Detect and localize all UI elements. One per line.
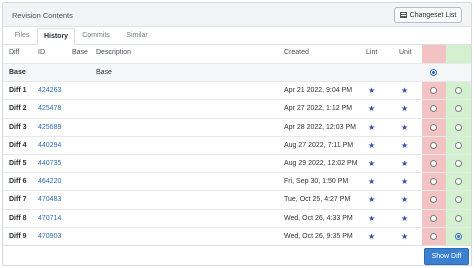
panel-title: Revision Contents (12, 11, 73, 20)
unit-star-icon: ★ (401, 231, 409, 241)
diff-id-link[interactable]: 470903 (38, 233, 61, 240)
diff-id-link[interactable]: 425689 (38, 124, 61, 131)
lint-star-icon: ★ (368, 195, 376, 205)
unit-star-icon: ★ (401, 86, 409, 96)
right-diff-radio[interactable] (455, 160, 462, 167)
lint-star-icon: ★ (368, 140, 376, 150)
column-header-base: Base (72, 49, 88, 56)
table-row: Diff 4 440294 Aug 27 2022, 7:11 PM ★ ★ (3, 135, 471, 154)
diff-label: Diff 4 (9, 141, 27, 149)
right-diff-radio[interactable] (455, 214, 462, 222)
column-header-unit: Unit (399, 49, 412, 56)
panel-footer (3, 245, 471, 266)
diff-id-link[interactable]: 440735 (38, 160, 61, 167)
created-date: Apr 28 2022, 12:03 PM (284, 123, 356, 131)
right-diff-radio[interactable] (455, 87, 462, 95)
diff-label: Base (9, 69, 26, 76)
lint-star-icon: ★ (368, 159, 376, 168)
left-diff-radio[interactable] (430, 141, 437, 149)
diff-id-link[interactable]: 470483 (38, 196, 61, 203)
diff-id-link[interactable]: 425478 (38, 105, 61, 112)
right-diff-radio[interactable] (455, 196, 462, 204)
changeset-list-button[interactable]: Changeset List (394, 7, 462, 23)
tab-commits[interactable]: Commits (76, 28, 116, 45)
diff-id-link[interactable]: 424263 (38, 87, 61, 94)
diff-id-link[interactable]: 464220 (38, 178, 61, 185)
lint-star-icon: ★ (368, 213, 376, 223)
changeset-list-label: Changeset List (409, 11, 457, 19)
tab-similar[interactable]: Similar (118, 28, 156, 45)
created-date: Apr 21 2022, 9:04 PM (284, 87, 353, 95)
lint-star-icon: ★ (368, 86, 376, 96)
list-icon (399, 12, 407, 18)
column-header-diff: Diff (9, 49, 20, 56)
left-diff-radio[interactable] (430, 69, 437, 76)
created-date: Wed, Oct 26, 4:33 PM (284, 214, 353, 222)
left-diff-radio[interactable] (430, 123, 437, 131)
column-header-id: ID (38, 49, 45, 56)
created-date: Fri, Sep 30, 1:50 PM (284, 178, 349, 186)
right-diff-radio[interactable] (455, 105, 462, 113)
show-diff-button[interactable]: Show Diff (424, 248, 469, 265)
right-diff-radio[interactable] (455, 141, 462, 149)
diff-description: Base (96, 69, 112, 76)
tab-files[interactable]: Files (7, 28, 37, 45)
table-row: Diff 7 470483 Tue, Oct 25, 4:27 PM ★ ★ (3, 190, 471, 208)
lint-star-icon: ★ (368, 177, 376, 187)
diff-label: Diff 5 (9, 160, 27, 167)
diff-label: Diff 3 (9, 123, 27, 131)
unit-star-icon: ★ (401, 195, 409, 205)
unit-star-icon: ★ (401, 213, 409, 223)
left-diff-radio[interactable] (430, 178, 437, 186)
unit-star-icon: ★ (401, 140, 409, 150)
left-diff-radio[interactable] (430, 232, 437, 240)
diff-label: Diff 9 (9, 232, 27, 240)
column-header-lint: Lint (366, 49, 378, 56)
diff-label: Diff 8 (9, 214, 27, 222)
table-row: Diff 1 424263 Apr 21 2022, 9:04 PM ★ ★ (3, 81, 471, 99)
revision-contents-panel: Revision Contents Changeset List Files H… (2, 2, 472, 266)
table-row: Diff 3 425689 Apr 28 2022, 12:03 PM ★ ★ (3, 117, 471, 136)
created-date: Aug 27 2022, 7:11 PM (284, 141, 354, 149)
left-diff-radio[interactable] (430, 196, 437, 204)
left-diff-radio[interactable] (430, 105, 437, 113)
lint-star-icon: ★ (368, 104, 376, 114)
diff-id-link[interactable]: 470714 (38, 215, 61, 222)
lint-star-icon: ★ (368, 231, 376, 241)
table-row: Diff 5 440735 Aug 29 2022, 12:02 PM ★ ★ (3, 154, 471, 172)
unit-star-icon: ★ (401, 177, 409, 187)
diff-label: Diff 6 (9, 178, 27, 186)
table-row-base: Base Base (3, 63, 471, 82)
unit-star-icon: ★ (401, 104, 409, 114)
created-date: Tue, Oct 25, 4:27 PM (284, 196, 351, 204)
unit-star-icon: ★ (401, 159, 409, 168)
tab-history[interactable]: History (37, 28, 75, 45)
unit-star-icon: ★ (401, 122, 409, 132)
column-header-created: Created (284, 49, 309, 56)
column-header-description: Description (96, 49, 132, 56)
created-date: Aug 29 2022, 12:02 PM (284, 160, 358, 167)
diff-label: Diff 2 (9, 105, 27, 113)
right-diff-radio[interactable] (455, 123, 462, 131)
right-diff-radio[interactable] (455, 232, 462, 240)
created-date: Apr 27 2022, 1:12 PM (284, 105, 353, 113)
lint-star-icon: ★ (368, 122, 376, 132)
left-diff-radio[interactable] (430, 214, 437, 222)
panel-header: Revision Contents Changeset List (3, 3, 471, 27)
left-diff-radio[interactable] (430, 87, 437, 95)
left-diff-radio[interactable] (430, 160, 437, 167)
table-row: Diff 9 470903 Wed, Oct 26, 9:35 PM ★ ★ (3, 226, 471, 245)
right-diff-radio[interactable] (455, 178, 462, 186)
table-row: Diff 2 425478 Apr 27 2022, 1:12 PM ★ ★ (3, 99, 471, 117)
diff-label: Diff 7 (9, 196, 27, 204)
created-date: Wed, Oct 26, 9:35 PM (284, 232, 353, 240)
diff-label: Diff 1 (9, 87, 27, 95)
tab-bar: Files History Commits Similar (3, 27, 471, 45)
diff-id-link[interactable]: 440294 (38, 142, 61, 149)
table-row: Diff 6 464220 Fri, Sep 30, 1:50 PM ★ ★ (3, 172, 471, 190)
table-row: Diff 8 470714 Wed, Oct 26, 4:33 PM ★ ★ (3, 208, 471, 227)
